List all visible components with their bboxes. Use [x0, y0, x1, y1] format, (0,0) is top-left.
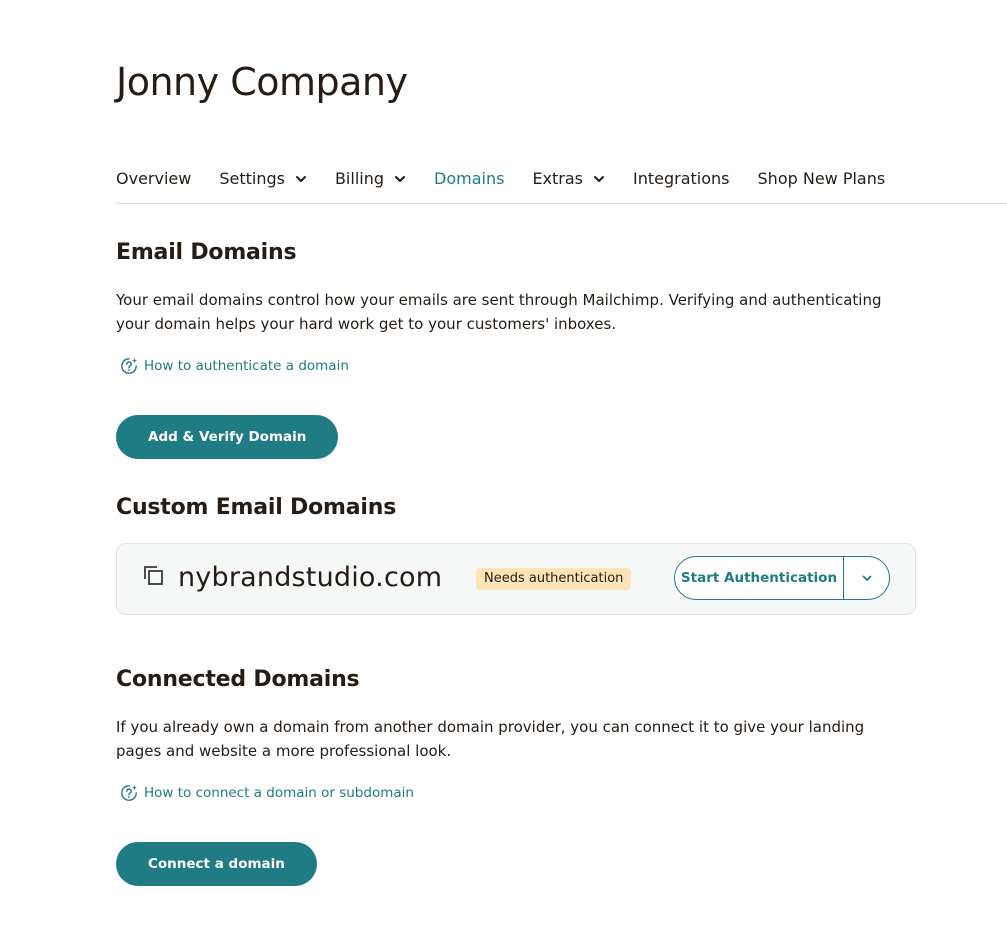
nav-shop-new-plans-label: Shop New Plans [757, 169, 886, 188]
status-badge: Needs authentication [476, 568, 632, 590]
nav-integrations[interactable]: Integrations [633, 168, 730, 190]
nav-settings[interactable]: Settings [219, 168, 307, 190]
help-sparkle-icon [121, 785, 137, 801]
nav-billing[interactable]: Billing [335, 168, 406, 190]
nav-domains[interactable]: Domains [434, 168, 504, 190]
connected-domains-description: If you already own a domain from another… [116, 718, 865, 760]
copy-icon[interactable] [143, 565, 165, 587]
nav-integrations-label: Integrations [633, 169, 730, 188]
start-authentication-split-button: Start Authentication [674, 556, 890, 600]
email-domains-heading: Email Domains [116, 240, 297, 265]
company-name: Jonny Company [116, 60, 408, 104]
start-authentication-button[interactable]: Start Authentication [675, 557, 844, 599]
nav-domains-label: Domains [434, 169, 505, 188]
nav-settings-label: Settings [219, 169, 285, 188]
authenticate-domain-help-link[interactable]: How to authenticate a domain [120, 357, 349, 375]
domain-card: nybrandstudio.com Needs authentication S… [116, 543, 916, 615]
nav-extras-label: Extras [532, 169, 584, 188]
connect-domain-button[interactable]: Connect a domain [116, 842, 317, 886]
help-sparkle-icon [121, 358, 137, 374]
nav-billing-label: Billing [334, 169, 385, 188]
domain-name: nybrandstudio.com [178, 562, 443, 593]
connect-domain-help-label: How to connect a domain or subdomain [144, 785, 414, 801]
authenticate-domain-help-label: How to authenticate a domain [144, 358, 349, 374]
nav-overview[interactable]: Overview [116, 168, 191, 190]
chevron-down-icon [295, 176, 306, 182]
chevron-down-icon [862, 575, 871, 581]
connect-domain-help-link[interactable]: How to connect a domain or subdomain [120, 784, 414, 802]
nav-shop-new-plans[interactable]: Shop New Plans [758, 168, 886, 190]
domain-actions-dropdown-toggle[interactable] [844, 557, 889, 599]
nav-extras[interactable]: Extras [532, 168, 605, 190]
connected-domains-heading: Connected Domains [116, 667, 360, 692]
chevron-down-icon [395, 176, 406, 182]
chevron-down-icon [594, 176, 605, 182]
account-nav: Overview Settings Billing Domains Extras… [116, 168, 1007, 204]
email-domains-description: Your email domains control how your emai… [116, 291, 882, 333]
nav-overview-label: Overview [116, 169, 192, 188]
custom-email-domains-heading: Custom Email Domains [116, 495, 397, 520]
add-verify-domain-button[interactable]: Add & Verify Domain [116, 415, 339, 459]
